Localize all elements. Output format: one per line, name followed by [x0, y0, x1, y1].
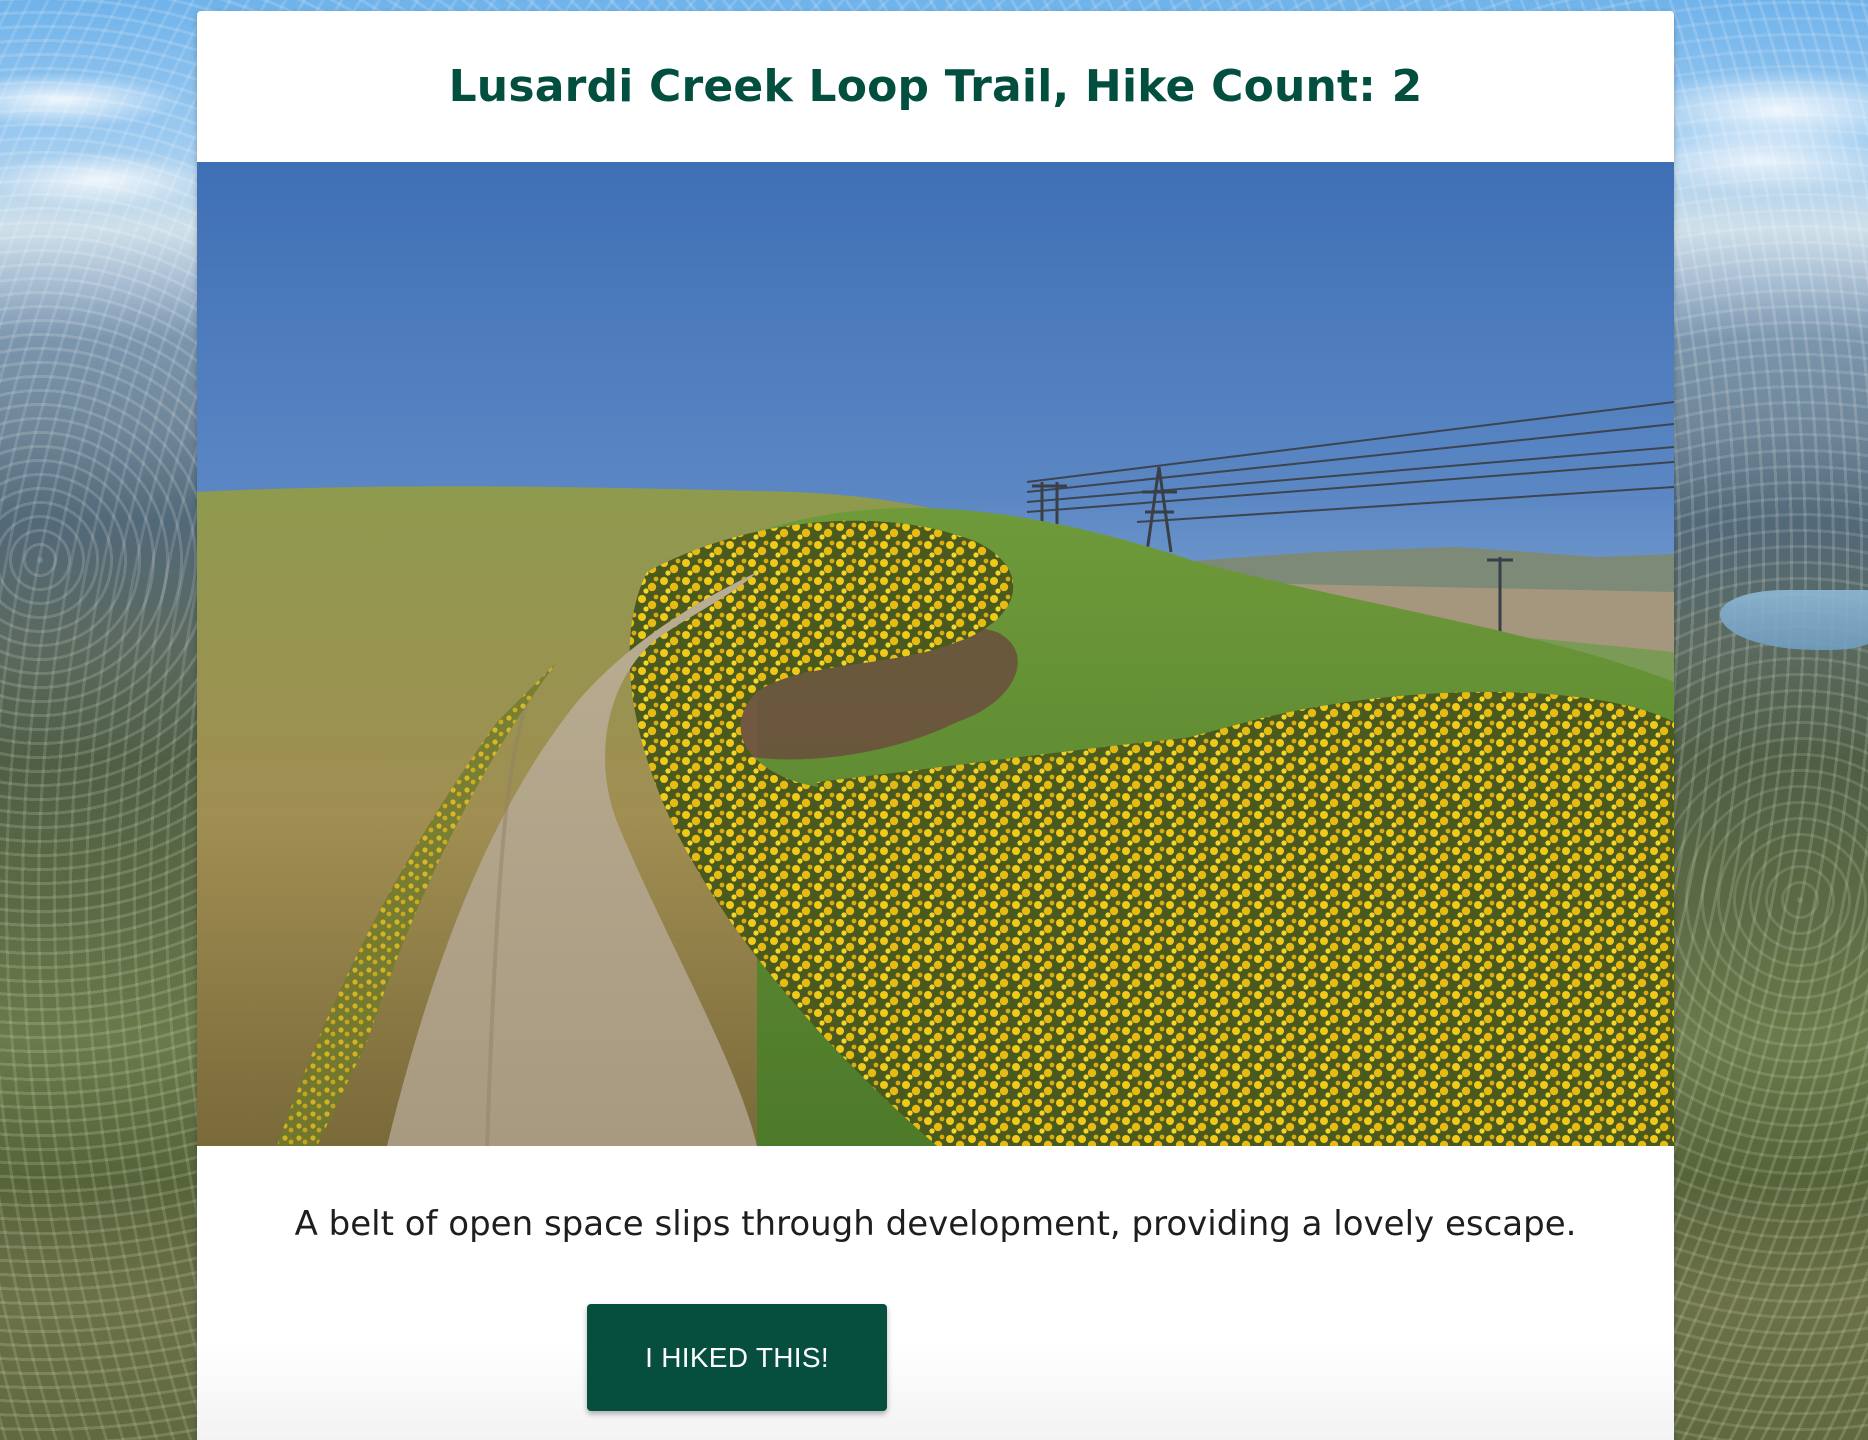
card-bottom-fade: [197, 1341, 1674, 1440]
trail-description: A belt of open space slips through devel…: [294, 1204, 1577, 1244]
trail-title: Lusardi Creek Loop Trail, Hike Count: 2: [448, 61, 1423, 112]
trail-card: Lusardi Creek Loop Trail, Hike Count: 2: [197, 11, 1674, 1440]
i-hiked-this-button[interactable]: I HIKED THIS!: [587, 1304, 887, 1411]
trail-photo: [197, 162, 1674, 1146]
